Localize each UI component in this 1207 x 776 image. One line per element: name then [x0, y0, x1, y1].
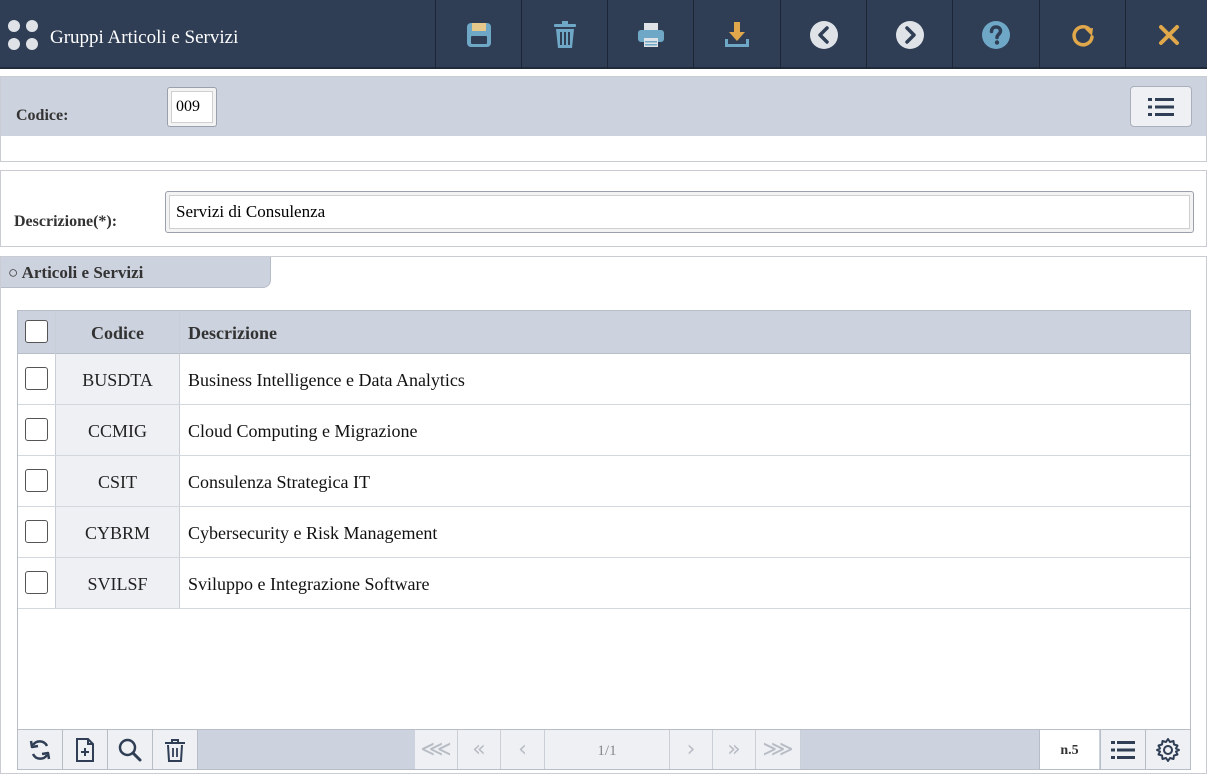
row-code: BUSDTA [55, 354, 180, 404]
row-checkbox[interactable] [25, 520, 48, 543]
grid-list-button[interactable] [1100, 730, 1146, 769]
description-field-wrapper [165, 191, 1194, 233]
refresh-button[interactable] [1039, 0, 1125, 69]
page-title: Gruppi Articoli e Servizi [50, 27, 239, 48]
redo-icon [1071, 24, 1094, 46]
header-select-cell [18, 311, 55, 354]
download-button[interactable] [693, 0, 779, 69]
reload-icon [29, 739, 51, 760]
table-row[interactable]: CCMIG Cloud Computing e Migrazione [18, 405, 1190, 456]
chevron-right-circle-icon [895, 20, 924, 49]
new-document-icon [76, 737, 94, 762]
delete-record-button[interactable] [153, 730, 198, 769]
previous-page-button[interactable]: ‹ [501, 730, 545, 769]
previous-block-button[interactable]: « [458, 730, 501, 769]
row-description: Sviluppo e Integrazione Software [188, 574, 430, 594]
first-page-button[interactable]: ⋘ [415, 730, 458, 769]
row-description: Cloud Computing e Migrazione [188, 421, 418, 441]
column-header-code[interactable]: Codice [55, 311, 180, 354]
description-field[interactable] [169, 195, 1190, 229]
row-description: Business Intelligence e Data Analytics [188, 370, 465, 390]
printer-icon [637, 22, 664, 47]
help-button[interactable] [952, 0, 1038, 69]
last-page-button[interactable]: ⋙ [756, 730, 801, 769]
chevron-left-circle-icon [809, 20, 838, 49]
row-select-cell [18, 405, 55, 455]
table-row[interactable]: CSIT Consulenza Strategica IT [18, 456, 1190, 507]
close-icon [1158, 24, 1179, 45]
trash-icon [553, 20, 576, 48]
code-field[interactable] [171, 91, 213, 123]
grid-header: Codice Descrizione [18, 311, 1190, 354]
row-checkbox[interactable] [25, 571, 48, 594]
row-code: CSIT [55, 456, 180, 506]
list-icon [1148, 97, 1174, 116]
row-code: CYBRM [55, 507, 180, 557]
table-row[interactable]: BUSDTA Business Intelligence e Data Anal… [18, 354, 1190, 405]
code-panel: Codice: [0, 76, 1207, 162]
row-select-cell [18, 507, 55, 557]
row-select-cell [18, 354, 55, 404]
column-header-description[interactable]: Descrizione [180, 311, 1190, 354]
row-select-cell [18, 558, 55, 608]
next-page-button[interactable]: › [670, 730, 713, 769]
gear-icon [1156, 737, 1180, 762]
row-description: Cybersecurity e Risk Management [188, 523, 438, 543]
close-button[interactable] [1125, 0, 1207, 69]
section-tab[interactable]: ○ Articoli e Servizi [1, 257, 271, 288]
top-toolbar: Gruppi Articoli e Servizi [0, 0, 1207, 69]
question-circle-icon [981, 20, 1010, 49]
previous-button[interactable] [780, 0, 866, 69]
dots-grid-icon [8, 20, 38, 50]
next-block-button[interactable]: » [713, 730, 756, 769]
select-all-checkbox[interactable] [25, 320, 48, 343]
download-icon [724, 21, 749, 47]
reload-button[interactable] [18, 730, 63, 769]
description-label: Descrizione(*): [14, 213, 118, 230]
row-checkbox[interactable] [25, 367, 48, 390]
list-view-button[interactable] [1130, 86, 1192, 127]
trash-icon [165, 738, 185, 762]
code-label: Codice: [16, 107, 69, 124]
row-checkbox[interactable] [25, 418, 48, 441]
grid-settings-button[interactable] [1146, 730, 1190, 769]
description-panel: Descrizione(*): [0, 170, 1207, 247]
grid-footer: ⋘ « ‹ 1/1 › » ⋙ n.5 [18, 729, 1190, 769]
row-code: SVILSF [55, 558, 180, 608]
save-icon [466, 22, 491, 47]
search-icon [118, 738, 142, 761]
row-select-cell [18, 456, 55, 506]
save-button[interactable] [435, 0, 521, 69]
next-button[interactable] [866, 0, 952, 69]
search-button[interactable] [108, 730, 153, 769]
record-count: n.5 [1039, 730, 1099, 769]
print-button[interactable] [607, 0, 693, 69]
delete-button[interactable] [521, 0, 607, 69]
table-row[interactable]: SVILSF Sviluppo e Integrazione Software [18, 558, 1190, 609]
row-description: Consulenza Strategica IT [188, 472, 370, 492]
page-indicator: 1/1 [545, 730, 670, 769]
add-record-button[interactable] [63, 730, 108, 769]
articles-section: ○ Articoli e Servizi Codice Descrizione … [0, 256, 1207, 774]
articles-grid: Codice Descrizione BUSDTA Business Intel… [17, 310, 1191, 770]
table-row[interactable]: CYBRM Cybersecurity e Risk Management [18, 507, 1190, 558]
row-checkbox[interactable] [25, 469, 48, 492]
list-icon [1111, 740, 1135, 759]
row-code: CCMIG [55, 405, 180, 455]
code-field-wrapper [167, 87, 217, 127]
